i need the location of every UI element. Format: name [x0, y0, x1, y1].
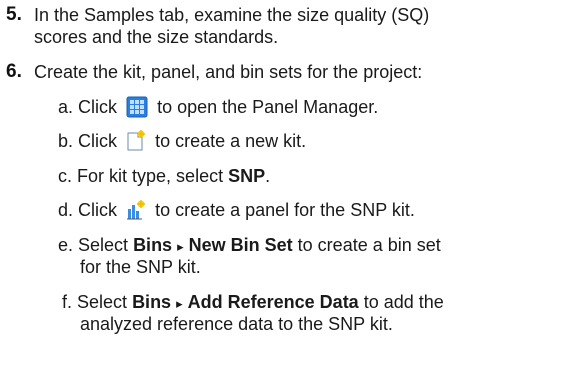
- menu-add-reference-data: Add Reference Data: [187, 292, 359, 312]
- substep-letter: f.: [62, 292, 73, 312]
- substep-e-line-2: for the SNP kit.: [80, 257, 201, 277]
- step-number: 5.: [6, 4, 22, 25]
- step-number: 6.: [6, 61, 22, 82]
- substep-text-pre: Click: [78, 131, 118, 151]
- substep-letter: c.: [58, 166, 73, 186]
- menu-arrow-icon: ▸: [177, 239, 184, 254]
- substep-text-pre: Click: [78, 97, 118, 117]
- new-kit-document-icon[interactable]: [126, 130, 146, 157]
- substep-text-post: to create a new kit.: [155, 131, 307, 151]
- instruction-document: 5. In the Samples tab, examine the size …: [0, 0, 564, 379]
- substep-text-post: to create a panel for the SNP kit.: [155, 200, 415, 220]
- kit-type-snp: SNP: [228, 166, 266, 186]
- substep-f: f. Select Bins ▸ Add Reference Data to a…: [62, 291, 444, 315]
- substep-c: c. For kit type, select SNP.: [58, 165, 270, 187]
- substep-text-pre: Click: [78, 200, 118, 220]
- panel-manager-grid-icon[interactable]: [126, 96, 148, 123]
- substep-letter: a.: [58, 97, 74, 117]
- substep-b: b. Click to create a new kit.: [58, 130, 306, 157]
- menu-bins: Bins: [133, 235, 173, 255]
- substep-f-line-2: analyzed reference data to the SNP kit.: [80, 314, 393, 334]
- substep-text-post: to create a bin set: [292, 235, 441, 255]
- menu-bins: Bins: [132, 292, 172, 312]
- substep-text-pre: For kit type, select: [77, 166, 229, 186]
- substep-e: e. Select Bins ▸ New Bin Set to create a…: [58, 234, 441, 258]
- substep-d: d. Click to create a panel for the SNP k…: [58, 199, 415, 226]
- substep-letter: d.: [58, 200, 74, 220]
- substep-letter: e.: [58, 235, 74, 255]
- new-panel-icon[interactable]: [126, 199, 146, 226]
- substep-a: a. Click to open the Panel Manager.: [58, 96, 378, 123]
- step-5-line-2: scores and the size standards.: [34, 27, 279, 47]
- substep-letter: b.: [58, 131, 74, 151]
- substep-text-post: .: [265, 166, 271, 186]
- substep-text-pre: Select: [77, 292, 133, 312]
- substep-text-post: to add the: [358, 292, 444, 312]
- substep-text-post: to open the Panel Manager.: [157, 97, 379, 117]
- menu-new-bin-set: New Bin Set: [188, 235, 293, 255]
- step-6-text: Create the kit, panel, and bin sets for …: [34, 62, 423, 82]
- step-5-line-1: In the Samples tab, examine the size qua…: [34, 5, 430, 25]
- menu-arrow-icon: ▸: [176, 296, 183, 311]
- substep-text-pre: Select: [78, 235, 134, 255]
